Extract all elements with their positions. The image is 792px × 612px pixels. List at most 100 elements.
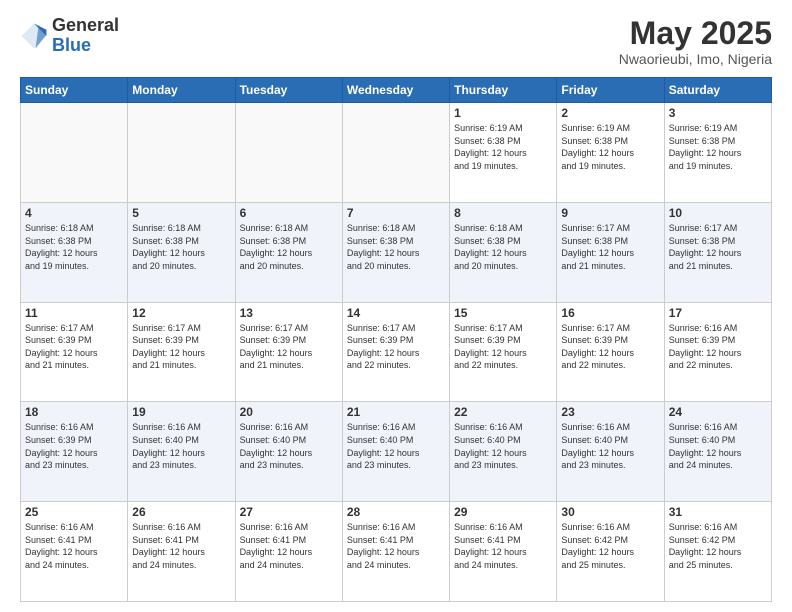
day-info: Sunrise: 6:19 AM Sunset: 6:38 PM Dayligh… [669,122,767,172]
col-wednesday: Wednesday [342,78,449,103]
calendar-week-row: 11 Sunrise: 6:17 AM Sunset: 6:39 PM Dayli… [21,302,772,402]
day-info: Sunrise: 6:16 AM Sunset: 6:40 PM Dayligh… [240,421,338,471]
day-info: Sunrise: 6:16 AM Sunset: 6:40 PM Dayligh… [347,421,445,471]
day-info: Sunrise: 6:19 AM Sunset: 6:38 PM Dayligh… [561,122,659,172]
table-row: 3 Sunrise: 6:19 AM Sunset: 6:38 PM Daylig… [664,103,771,203]
day-info: Sunrise: 6:16 AM Sunset: 6:41 PM Dayligh… [240,521,338,571]
table-row: 13 Sunrise: 6:17 AM Sunset: 6:39 PM Dayli… [235,302,342,402]
day-info: Sunrise: 6:16 AM Sunset: 6:39 PM Dayligh… [669,322,767,372]
table-row: 31Sunrise: 6:16 AM Sunset: 6:42 PM Dayli… [664,502,771,602]
day-info: Sunrise: 6:16 AM Sunset: 6:41 PM Dayligh… [347,521,445,571]
day-info: Sunrise: 6:16 AM Sunset: 6:40 PM Dayligh… [132,421,230,471]
header: General Blue May 2025 Nwaorieubi, Imo, N… [20,16,772,67]
general-blue-icon [20,22,48,50]
table-row: 17 Sunrise: 6:16 AM Sunset: 6:39 PM Dayli… [664,302,771,402]
day-info: Sunrise: 6:17 AM Sunset: 6:39 PM Dayligh… [561,322,659,372]
table-row: 24 Sunrise: 6:16 AM Sunset: 6:40 PM Dayli… [664,402,771,502]
table-row: 28 Sunrise: 6:16 AM Sunset: 6:41 PM Dayli… [342,502,449,602]
table-row [235,103,342,203]
day-number: 1 [454,106,552,120]
day-info: Sunrise: 6:16 AM Sunset: 6:40 PM Dayligh… [669,421,767,471]
logo: General Blue [20,16,119,56]
day-number: 22 [454,405,552,419]
day-info: Sunrise: 6:16 AM Sunset: 6:39 PM Dayligh… [25,421,123,471]
day-number: 5 [132,206,230,220]
day-info: Sunrise: 6:16 AM Sunset: 6:40 PM Dayligh… [561,421,659,471]
table-row: 29 Sunrise: 6:16 AM Sunset: 6:41 PM Dayli… [450,502,557,602]
day-info: Sunrise: 6:16 AM Sunset: 6:41 PM Dayligh… [454,521,552,571]
day-info: Sunrise: 6:16 AM Sunset: 6:40 PM Dayligh… [454,421,552,471]
table-row: 19 Sunrise: 6:16 AM Sunset: 6:40 PM Dayli… [128,402,235,502]
day-number: 23 [561,405,659,419]
day-info: Sunrise: 6:16 AM Sunset: 6:41 PM Dayligh… [132,521,230,571]
table-row: 14Sunrise: 6:17 AM Sunset: 6:39 PM Dayli… [342,302,449,402]
day-number: 24 [669,405,767,419]
day-info: Sunrise: 6:16 AM Sunset: 6:42 PM Dayligh… [561,521,659,571]
day-number: 10 [669,206,767,220]
day-number: 7 [347,206,445,220]
logo-general-text: General [52,16,119,36]
day-info: Sunrise: 6:18 AM Sunset: 6:38 PM Dayligh… [240,222,338,272]
day-info: Sunrise: 6:18 AM Sunset: 6:38 PM Dayligh… [25,222,123,272]
table-row: 9 Sunrise: 6:17 AM Sunset: 6:38 PM Daylig… [557,202,664,302]
table-row: 7Sunrise: 6:18 AM Sunset: 6:38 PM Daylig… [342,202,449,302]
day-number: 13 [240,306,338,320]
table-row: 18 Sunrise: 6:16 AM Sunset: 6:39 PM Dayli… [21,402,128,502]
day-number: 19 [132,405,230,419]
day-number: 26 [132,505,230,519]
day-info: Sunrise: 6:18 AM Sunset: 6:38 PM Dayligh… [132,222,230,272]
day-number: 2 [561,106,659,120]
table-row [342,103,449,203]
day-number: 27 [240,505,338,519]
table-row: 21 Sunrise: 6:16 AM Sunset: 6:40 PM Dayli… [342,402,449,502]
day-number: 11 [25,306,123,320]
location: Nwaorieubi, Imo, Nigeria [619,51,772,67]
day-number: 16 [561,306,659,320]
table-row: 6Sunrise: 6:18 AM Sunset: 6:38 PM Daylig… [235,202,342,302]
col-tuesday: Tuesday [235,78,342,103]
day-number: 31 [669,505,767,519]
col-friday: Friday [557,78,664,103]
table-row: 8 Sunrise: 6:18 AM Sunset: 6:38 PM Daylig… [450,202,557,302]
day-number: 18 [25,405,123,419]
title-block: May 2025 Nwaorieubi, Imo, Nigeria [619,16,772,67]
table-row: 20Sunrise: 6:16 AM Sunset: 6:40 PM Dayli… [235,402,342,502]
table-row: 22 Sunrise: 6:16 AM Sunset: 6:40 PM Dayli… [450,402,557,502]
day-number: 4 [25,206,123,220]
table-row [21,103,128,203]
day-number: 28 [347,505,445,519]
logo-blue-text: Blue [52,36,119,56]
day-number: 9 [561,206,659,220]
day-number: 15 [454,306,552,320]
table-row: 10 Sunrise: 6:17 AM Sunset: 6:38 PM Dayli… [664,202,771,302]
month-title: May 2025 [619,16,772,51]
page: General Blue May 2025 Nwaorieubi, Imo, N… [0,0,792,612]
table-row: 26 Sunrise: 6:16 AM Sunset: 6:41 PM Dayli… [128,502,235,602]
day-number: 3 [669,106,767,120]
calendar-week-row: 4 Sunrise: 6:18 AM Sunset: 6:38 PM Daylig… [21,202,772,302]
table-row [128,103,235,203]
day-info: Sunrise: 6:16 AM Sunset: 6:41 PM Dayligh… [25,521,123,571]
day-info: Sunrise: 6:17 AM Sunset: 6:38 PM Dayligh… [669,222,767,272]
calendar-header-row: Sunday Monday Tuesday Wednesday Thursday… [21,78,772,103]
day-number: 21 [347,405,445,419]
table-row: 4 Sunrise: 6:18 AM Sunset: 6:38 PM Daylig… [21,202,128,302]
day-number: 30 [561,505,659,519]
day-number: 14 [347,306,445,320]
col-thursday: Thursday [450,78,557,103]
table-row: 12Sunrise: 6:17 AM Sunset: 6:39 PM Dayli… [128,302,235,402]
day-info: Sunrise: 6:17 AM Sunset: 6:38 PM Dayligh… [561,222,659,272]
day-number: 17 [669,306,767,320]
day-number: 29 [454,505,552,519]
table-row: 25 Sunrise: 6:16 AM Sunset: 6:41 PM Dayli… [21,502,128,602]
day-info: Sunrise: 6:18 AM Sunset: 6:38 PM Dayligh… [454,222,552,272]
day-info: Sunrise: 6:19 AM Sunset: 6:38 PM Dayligh… [454,122,552,172]
logo-text: General Blue [52,16,119,56]
day-number: 8 [454,206,552,220]
day-number: 25 [25,505,123,519]
table-row: 23 Sunrise: 6:16 AM Sunset: 6:40 PM Dayli… [557,402,664,502]
calendar-week-row: 25 Sunrise: 6:16 AM Sunset: 6:41 PM Dayli… [21,502,772,602]
table-row: 2 Sunrise: 6:19 AM Sunset: 6:38 PM Daylig… [557,103,664,203]
table-row: 5 Sunrise: 6:18 AM Sunset: 6:38 PM Daylig… [128,202,235,302]
day-info: Sunrise: 6:17 AM Sunset: 6:39 PM Dayligh… [240,322,338,372]
